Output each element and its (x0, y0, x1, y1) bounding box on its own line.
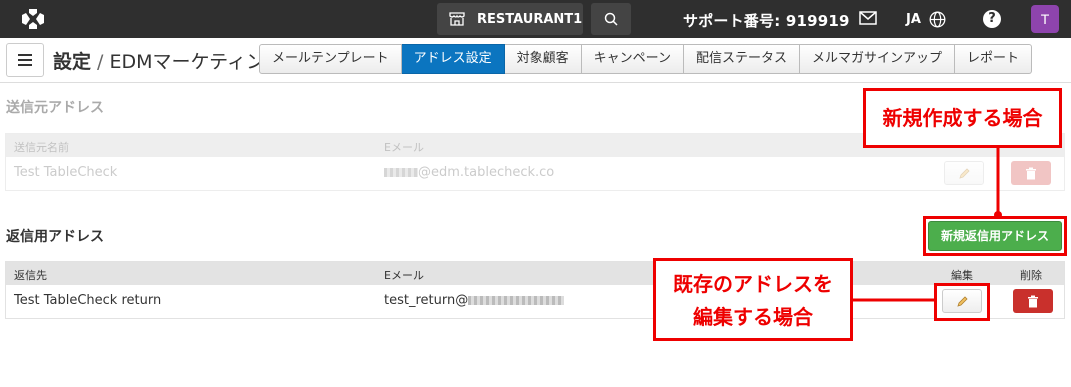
col-reply-to: 返信先 (14, 269, 47, 282)
breadcrumb-current: EDMマーケティング (109, 51, 285, 73)
col-sender-email: Eメール (384, 141, 424, 154)
tab-target-customers[interactable]: 対象顧客 (504, 44, 582, 74)
avatar[interactable]: T (1031, 5, 1059, 33)
restaurant-selector[interactable]: RESTAURANT1 (437, 3, 583, 35)
sender-edit-button[interactable] (944, 161, 984, 185)
mail-icon[interactable] (859, 11, 877, 25)
annotation-new-highlight (923, 216, 1067, 256)
search-icon (604, 12, 618, 26)
search-button[interactable] (591, 3, 631, 35)
annotation-edit-case: 既存のアドレスを 編集する場合 (653, 258, 853, 341)
tab-address-settings[interactable]: アドレス設定 (401, 44, 505, 74)
reply-table: 返信先 Eメール 編集 削除 Test TableCheck return te… (5, 261, 1065, 319)
top-bar: RESTAURANT1 サポート番号: 919919 JA ? T (0, 0, 1071, 38)
tab-report[interactable]: レポート (955, 44, 1033, 74)
col-reply-email: Eメール (384, 269, 424, 282)
col-delete: 削除 (1020, 269, 1042, 282)
col-edit: 編集 (951, 269, 973, 282)
language-code: JA (906, 12, 921, 27)
table-row: Test TableCheck return test_return@ (6, 285, 1064, 318)
breadcrumb-separator: / (91, 51, 110, 73)
trash-icon (1026, 167, 1036, 179)
tablecheck-logo-icon[interactable] (20, 7, 46, 31)
tab-campaign[interactable]: キャンペーン (581, 44, 685, 74)
sender-section-title: 送信元アドレス (6, 100, 104, 116)
breadcrumb-parent: 設定 (53, 51, 92, 73)
trash-icon (1028, 295, 1038, 307)
language-selector[interactable]: JA (906, 11, 946, 28)
help-icon[interactable]: ? (983, 10, 1001, 28)
breadcrumb: 設定 / EDMマーケティング (53, 47, 284, 74)
reply-delete-button[interactable] (1013, 289, 1053, 313)
tab-bar: メールテンプレート アドレス設定 対象顧客 キャンペーン 配信ステータス メルマ… (259, 44, 1033, 74)
tab-delivery-status[interactable]: 配信ステータス (684, 44, 801, 74)
menu-button[interactable] (6, 43, 44, 77)
annotation-new-case: 新規作成する場合 (863, 88, 1062, 148)
tab-newsletter-signup[interactable]: メルマガサインアップ (800, 44, 956, 74)
reply-section-title: 返信用アドレス (6, 229, 104, 245)
reply-email: test_return@ (384, 293, 565, 308)
annotation-edit-highlight (934, 283, 990, 321)
tab-mail-template[interactable]: メールテンプレート (259, 44, 402, 74)
annotation-edit-line2: 編集する場合 (693, 305, 813, 329)
sender-name: Test TableCheck (14, 165, 118, 180)
reply-name: Test TableCheck return (14, 293, 162, 308)
sub-header: 設定 / EDMマーケティング メールテンプレート アドレス設定 対象顧客 キャ… (0, 38, 1071, 83)
col-sender-name: 送信元名前 (14, 141, 69, 154)
reply-table-header: 返信先 Eメール 編集 削除 (6, 262, 1064, 285)
sender-delete-button[interactable] (1011, 161, 1051, 185)
pencil-icon (958, 167, 970, 179)
table-row: Test TableCheck @edm.tablecheck.co (6, 157, 1064, 190)
store-icon (449, 12, 465, 26)
menu-icon (18, 54, 32, 56)
restaurant-name: RESTAURANT1 (477, 11, 583, 27)
sender-email: @edm.tablecheck.co (384, 165, 554, 180)
support-number: サポート番号: 919919 (683, 12, 850, 30)
annotation-edit-line1: 既存のアドレスを (673, 272, 833, 296)
globe-icon (929, 11, 946, 28)
